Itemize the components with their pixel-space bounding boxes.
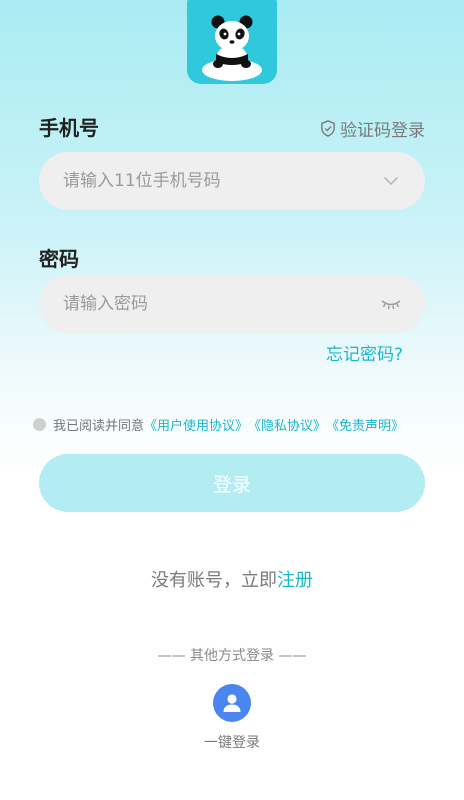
app-logo bbox=[187, 0, 277, 84]
phone-label: 手机号 bbox=[39, 116, 99, 140]
agreement-radio[interactable] bbox=[33, 418, 46, 431]
privacy-agreement-link[interactable]: 《隐私协议》 bbox=[248, 415, 326, 434]
user-icon bbox=[223, 694, 241, 712]
agreement-row: 我已阅读并同意 《用户使用协议》 《隐私协议》 《免责声明》 bbox=[33, 415, 404, 434]
password-visibility-toggle[interactable] bbox=[379, 298, 403, 310]
phone-input[interactable] bbox=[61, 170, 379, 192]
chevron-down-icon bbox=[383, 176, 399, 186]
eye-closed-icon bbox=[381, 300, 401, 310]
shield-check-icon bbox=[321, 120, 335, 137]
panda-logo-icon bbox=[202, 15, 262, 81]
agreement-prefix: 我已阅读并同意 bbox=[53, 419, 145, 434]
one-click-login-label: 一键登录 bbox=[204, 735, 260, 751]
register-row: 没有账号，立即注册 bbox=[0, 566, 464, 592]
register-prompt: 没有账号，立即 bbox=[151, 570, 277, 591]
login-button[interactable]: 登录 bbox=[39, 454, 425, 512]
one-click-login-button[interactable] bbox=[213, 684, 251, 722]
code-login-button[interactable]: 验证码登录 bbox=[320, 116, 425, 141]
code-login-label: 验证码登录 bbox=[340, 121, 425, 141]
phone-field[interactable] bbox=[39, 152, 425, 210]
password-input[interactable] bbox=[61, 293, 379, 315]
password-field[interactable] bbox=[39, 275, 425, 333]
password-label: 密码 bbox=[39, 247, 79, 271]
other-login-title: —— 其他方式登录 —— bbox=[157, 648, 307, 664]
disclaimer-link[interactable]: 《免责声明》 bbox=[326, 415, 404, 434]
register-link[interactable]: 注册 bbox=[277, 570, 313, 591]
phone-dropdown-toggle[interactable] bbox=[379, 176, 403, 186]
user-agreement-link[interactable]: 《用户使用协议》 bbox=[144, 415, 248, 434]
forgot-password-link[interactable]: 忘记密码? bbox=[326, 340, 403, 365]
